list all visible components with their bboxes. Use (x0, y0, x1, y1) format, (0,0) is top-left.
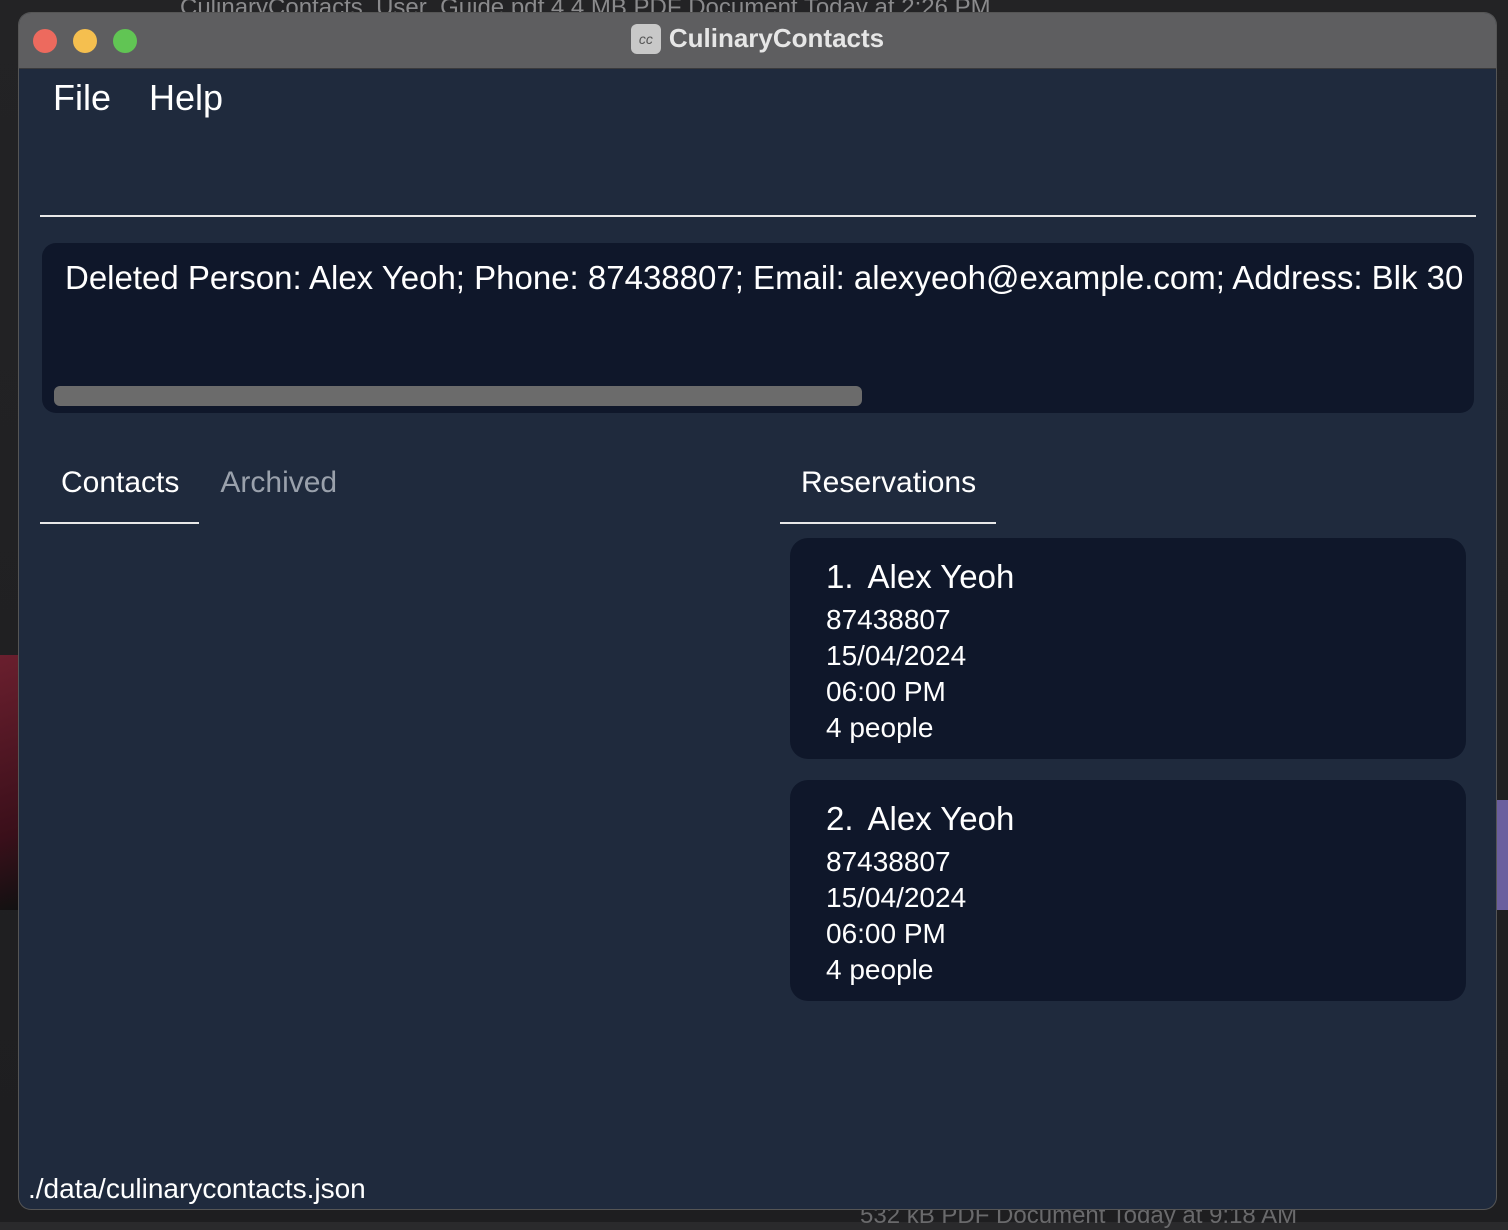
reservation-pax: 4 people (826, 952, 1430, 988)
reservation-header: 1. Alex Yeoh (826, 558, 1430, 596)
reservation-date: 15/04/2024 (826, 638, 1430, 674)
reservation-phone: 87438807 (826, 602, 1430, 638)
reservation-time: 06:00 PM (826, 674, 1430, 710)
command-input[interactable] (40, 133, 1476, 217)
reservation-date: 15/04/2024 (826, 880, 1430, 916)
window-title-group: cc CulinaryContacts (19, 23, 1496, 54)
background-image-fragment (1494, 800, 1508, 910)
reservation-phone: 87438807 (826, 844, 1430, 880)
menu-file[interactable]: File (53, 77, 111, 119)
background-image-fragment (0, 655, 20, 910)
reservation-name: Alex Yeoh (868, 800, 1015, 837)
tab-reservations[interactable]: Reservations (780, 458, 996, 524)
menu-help[interactable]: Help (149, 77, 223, 119)
app-window: cc CulinaryContacts File Help Deleted Pe… (19, 13, 1496, 1209)
reservations-tab-bar: Reservations (780, 458, 996, 524)
reservation-card[interactable]: 1. Alex Yeoh 87438807 15/04/2024 06:00 PM… (790, 538, 1466, 759)
horizontal-scrollbar[interactable] (54, 386, 862, 406)
contacts-tab-bar: Contacts Archived (40, 458, 357, 524)
result-display[interactable]: Deleted Person: Alex Yeoh; Phone: 874388… (42, 243, 1474, 413)
reservation-name: Alex Yeoh (868, 558, 1015, 595)
reservation-card[interactable]: 2. Alex Yeoh 87438807 15/04/2024 06:00 PM… (790, 780, 1466, 1001)
reservation-index: 2. (826, 800, 854, 837)
tab-contacts[interactable]: Contacts (40, 458, 199, 524)
app-icon: cc (631, 24, 661, 54)
reservation-header: 2. Alex Yeoh (826, 800, 1430, 838)
tab-archived[interactable]: Archived (199, 458, 357, 524)
status-bar-path: ./data/culinarycontacts.json (28, 1173, 366, 1205)
reservation-list: 1. Alex Yeoh 87438807 15/04/2024 06:00 PM… (790, 538, 1466, 1022)
title-bar[interactable]: cc CulinaryContacts (19, 13, 1496, 69)
reservation-pax: 4 people (826, 710, 1430, 746)
reservation-index: 1. (826, 558, 854, 595)
result-message: Deleted Person: Alex Yeoh; Phone: 874388… (65, 259, 1474, 297)
window-title: CulinaryContacts (669, 23, 884, 54)
reservation-time: 06:00 PM (826, 916, 1430, 952)
menu-bar: File Help (53, 77, 223, 119)
